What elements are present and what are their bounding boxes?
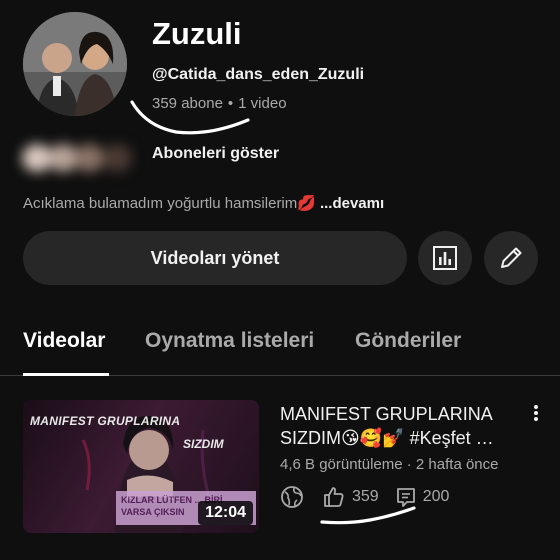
video-actions: 359 200 xyxy=(280,484,449,510)
pencil-icon xyxy=(501,247,522,268)
video-title-line-2: SIZDIM😘🥰💅 #Keşfet … xyxy=(280,428,494,448)
stats-separator: • xyxy=(227,95,234,112)
tab-posts[interactable]: Gönderiler xyxy=(355,329,461,353)
active-tab-indicator xyxy=(23,373,109,376)
analytics-button[interactable] xyxy=(418,231,472,285)
subscriber-avatars-blurred xyxy=(18,138,136,178)
like-count: 359 xyxy=(352,488,379,505)
show-subscribers-link[interactable]: Aboneleri göster xyxy=(152,145,279,163)
channel-name: Zuzuli xyxy=(152,16,242,51)
thumbnail-caption-sub: SIZDIM xyxy=(183,437,224,451)
tab-playlists[interactable]: Oynatma listeleri xyxy=(145,329,314,353)
channel-avatar[interactable] xyxy=(23,12,127,116)
video-title-line-1: MANIFEST GRUPLARINA xyxy=(280,404,493,424)
meta-separator: · xyxy=(406,456,412,473)
more-options-icon[interactable] xyxy=(528,402,544,424)
bar-chart-icon xyxy=(433,246,457,270)
video-count: 1 video xyxy=(238,95,287,112)
thumbs-up-icon[interactable] xyxy=(322,485,346,509)
channel-description[interactable]: Acıklama bulamadım yoğurtlu hamsilerim💋.… xyxy=(23,194,384,212)
subscriber-count: 359 abone xyxy=(152,95,223,112)
view-count: 4,6 B görüntüleme xyxy=(280,456,403,473)
channel-handle: @Catida_dans_eden_Zuzuli xyxy=(152,66,365,83)
video-meta: 4,6 B görüntüleme · 2 hafta önce xyxy=(280,456,499,473)
channel-stats: 359 abone • 1 video xyxy=(152,95,287,112)
manage-videos-button[interactable]: Videoları yönet xyxy=(23,231,407,285)
description-text: Acıklama bulamadım yoğurtlu hamsilerim💋 xyxy=(23,195,316,212)
edit-channel-button[interactable] xyxy=(484,231,538,285)
more-link[interactable]: ...devamı xyxy=(320,195,384,212)
video-thumbnail[interactable]: MANIFEST GRUPLARINA SIZDIM KIZLAR LÜTFEN… xyxy=(23,400,259,533)
video-duration-badge: 12:04 xyxy=(198,501,253,525)
tab-videos[interactable]: Videolar xyxy=(23,329,105,353)
upload-age: 2 hafta önce xyxy=(415,456,499,473)
thumbnail-caption: MANIFEST GRUPLARINA xyxy=(30,414,181,428)
comment-icon[interactable] xyxy=(395,486,417,508)
video-title[interactable]: MANIFEST GRUPLARINA SIZDIM😘🥰💅 #Keşfet … xyxy=(280,402,525,450)
globe-icon xyxy=(281,486,303,508)
channel-tabs: Videolar Oynatma listeleri Gönderiler xyxy=(0,318,560,376)
comment-count: 200 xyxy=(422,488,450,505)
